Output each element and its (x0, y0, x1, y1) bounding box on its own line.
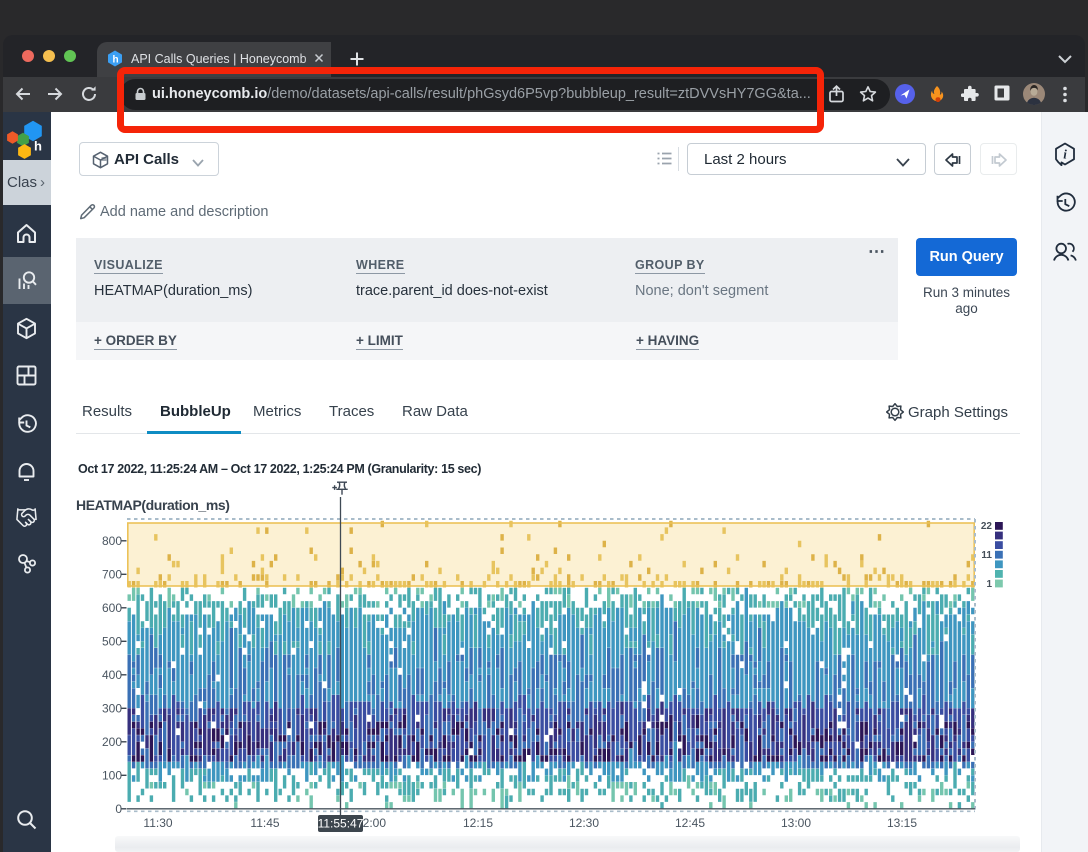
svg-text:12:45: 12:45 (675, 816, 705, 830)
svg-text:500: 500 (102, 634, 122, 648)
svg-text:22: 22 (981, 521, 993, 532)
svg-text:200: 200 (102, 735, 122, 749)
svg-text:300: 300 (102, 701, 122, 715)
svg-text:600: 600 (102, 601, 122, 615)
svg-text:12:15: 12:15 (463, 816, 493, 830)
svg-text:11:55:47: 11:55:47 (318, 817, 364, 831)
svg-text:13:15: 13:15 (887, 816, 917, 830)
svg-text:11:45: 11:45 (250, 816, 279, 830)
svg-text:12:30: 12:30 (569, 816, 599, 830)
svg-text:11: 11 (981, 550, 992, 561)
svg-text:h: h (112, 55, 118, 66)
svg-text:700: 700 (102, 567, 122, 581)
svg-text:1: 1 (986, 579, 992, 590)
svg-text:100: 100 (102, 768, 122, 782)
svg-text:0: 0 (115, 802, 122, 816)
svg-text:13:00: 13:00 (781, 816, 811, 830)
svg-text:i: i (1063, 147, 1067, 162)
svg-text:h: h (34, 139, 42, 154)
svg-text:11:30: 11:30 (143, 816, 172, 830)
svg-text:800: 800 (102, 534, 122, 548)
svg-text:400: 400 (102, 668, 122, 682)
